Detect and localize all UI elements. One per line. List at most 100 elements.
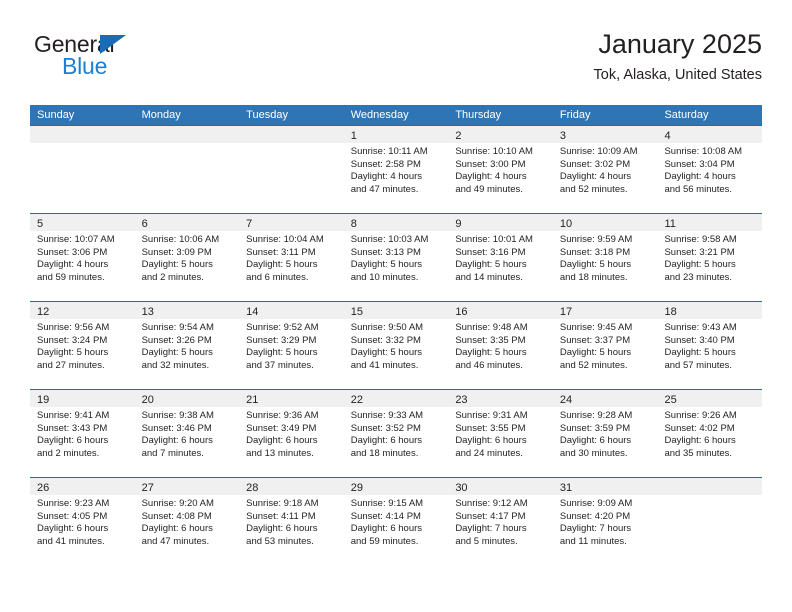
day-cell[interactable]: 15 Sunrise: 9:50 AM Sunset: 3:32 PM Dayligh… [343,302,449,389]
day-number-band: 6 [134,214,240,231]
day-cell[interactable]: 16 Sunrise: 9:48 AM Sunset: 3:35 PM Dayligh… [448,302,553,389]
weekday-header-saturday: Saturday [664,109,709,121]
day-cell[interactable]: 9 Sunrise: 10:01 AM Sunset: 3:16 PM Dayligh… [448,214,553,301]
day-number: 1 [350,130,357,142]
day-cell[interactable]: 3 Sunrise: 10:09 AM Sunset: 3:02 PM Dayligh… [552,126,658,213]
day-number: 12 [37,306,50,318]
sunset-text: Sunset: 3:26 PM [141,334,212,346]
daylight-text-line1: Daylight: 4 hours [664,171,736,183]
daylight-text-line1: Daylight: 5 hours [246,347,318,359]
daylight-text-line2: and 18 minutes. [559,271,628,283]
day-cell[interactable]: 7 Sunrise: 10:04 AM Sunset: 3:11 PM Dayligh… [239,214,344,301]
day-number-band: 8 [343,214,449,231]
day-cell[interactable]: 12 Sunrise: 9:56 AM Sunset: 3:24 PM Dayligh… [30,302,135,389]
sunrise-text: Sunrise: 9:18 AM [246,498,319,509]
sunrise-text: Sunrise: 10:08 AM [664,146,743,157]
sunrise-text: Sunrise: 9:41 AM [37,410,110,421]
day-sun-info: Sunrise: 9:28 AM Sunset: 3:59 PM Daylight:… [553,407,658,460]
day-cell[interactable]: 29 Sunrise: 9:15 AM Sunset: 4:14 PM Dayligh… [343,478,449,565]
day-sun-info: Sunrise: 10:06 AM Sunset: 3:09 PM Daylight… [135,231,240,284]
day-cell[interactable]: 27 Sunrise: 9:20 AM Sunset: 4:08 PM Dayligh… [134,478,240,565]
day-cell[interactable]: 10 Sunrise: 9:59 AM Sunset: 3:18 PM Dayligh… [552,214,658,301]
daylight-text-line1: Daylight: 5 hours [141,347,213,359]
sunrise-text: Sunrise: 9:58 AM [664,234,737,245]
day-number-band: 22 [343,390,449,407]
day-number: 14 [246,306,259,318]
sunset-text: Sunset: 3:43 PM [37,422,108,434]
day-cell[interactable]: 23 Sunrise: 9:31 AM Sunset: 3:55 PM Dayligh… [448,390,553,477]
day-sun-info: Sunrise: 9:54 AM Sunset: 3:26 PM Daylight:… [135,319,240,372]
day-cell-empty [239,126,344,213]
day-sun-info: Sunrise: 9:56 AM Sunset: 3:24 PM Daylight:… [30,319,135,372]
title-block: January 2025 Tok, Alaska, United States [594,28,762,85]
day-cell[interactable]: 6 Sunrise: 10:06 AM Sunset: 3:09 PM Dayligh… [134,214,240,301]
weekday-header-wednesday: Wednesday [350,109,409,121]
daylight-text-line2: and 56 minutes. [664,183,733,195]
day-number-band: 12 [30,302,135,319]
sunset-text: Sunset: 4:20 PM [559,510,631,522]
day-cell[interactable]: 20 Sunrise: 9:38 AM Sunset: 3:46 PM Dayligh… [134,390,240,477]
day-cell[interactable]: 14 Sunrise: 9:52 AM Sunset: 3:29 PM Dayligh… [239,302,344,389]
day-number-band: 4 [657,126,763,143]
day-number-band: 2 [448,126,553,143]
daylight-text-line2: and 47 minutes. [350,183,419,195]
day-cell-empty [657,478,763,565]
day-cell[interactable]: 22 Sunrise: 9:33 AM Sunset: 3:52 PM Dayligh… [343,390,449,477]
logo-text-blue: Blue [62,53,108,79]
day-number-band: 14 [239,302,344,319]
day-number: 24 [559,394,573,406]
day-number-band: 5 [30,214,135,231]
sunset-text: Sunset: 3:04 PM [664,158,735,170]
day-number-band: 18 [657,302,763,319]
daylight-text-line1: Daylight: 6 hours [37,523,109,535]
day-cell[interactable]: 21 Sunrise: 9:36 AM Sunset: 3:49 PM Dayligh… [239,390,344,477]
day-number: 16 [455,306,468,318]
day-cell[interactable]: 28 Sunrise: 9:18 AM Sunset: 4:11 PM Dayligh… [239,478,344,565]
day-cell[interactable]: 5 Sunrise: 10:07 AM Sunset: 3:06 PM Dayligh… [30,214,135,301]
day-cell[interactable]: 31 Sunrise: 9:09 AM Sunset: 4:20 PM Dayligh… [552,478,658,565]
day-number: 25 [664,394,677,406]
day-cell[interactable]: 11 Sunrise: 9:58 AM Sunset: 3:21 PM Dayligh… [657,214,763,301]
day-cell[interactable]: 13 Sunrise: 9:54 AM Sunset: 3:26 PM Dayligh… [134,302,240,389]
day-sun-info: Sunrise: 10:07 AM Sunset: 3:06 PM Daylight… [30,231,135,284]
day-cell[interactable]: 17 Sunrise: 9:45 AM Sunset: 3:37 PM Dayligh… [552,302,658,389]
day-cell[interactable]: 1 Sunrise: 10:11 AM Sunset: 2:58 PM Dayligh… [343,126,449,213]
daylight-text-line2: and 53 minutes. [246,535,314,547]
sunrise-text: Sunrise: 10:09 AM [559,146,638,157]
sunset-text: Sunset: 3:49 PM [246,422,317,434]
day-cell[interactable]: 25 Sunrise: 9:26 AM Sunset: 4:02 PM Dayligh… [657,390,763,477]
day-number-band: 10 [552,214,658,231]
day-cell[interactable]: 26 Sunrise: 9:23 AM Sunset: 4:05 PM Dayligh… [30,478,135,565]
daylight-text-line2: and 10 minutes. [350,271,419,283]
daylight-text-line1: Daylight: 4 hours [37,259,109,271]
day-cell[interactable]: 2 Sunrise: 10:10 AM Sunset: 3:00 PM Dayligh… [448,126,553,213]
sunrise-text: Sunrise: 9:52 AM [246,322,319,333]
daylight-text-line1: Daylight: 6 hours [664,435,736,447]
sunrise-text: Sunrise: 9:43 AM [664,322,737,333]
day-number: 3 [559,130,567,142]
daylight-text-line2: and 30 minutes. [559,447,628,459]
day-cell[interactable]: 4 Sunrise: 10:08 AM Sunset: 3:04 PM Dayligh… [657,126,763,213]
day-number-band: 26 [30,478,135,495]
daylight-text-line1: Daylight: 7 hours [559,523,632,535]
daylight-text-line1: Daylight: 5 hours [455,259,527,271]
day-cell[interactable]: 30 Sunrise: 9:12 AM Sunset: 4:17 PM Dayligh… [448,478,553,565]
day-sun-info: Sunrise: 9:33 AM Sunset: 3:52 PM Daylight:… [344,407,449,460]
day-number-band: 16 [448,302,553,319]
day-cell[interactable]: 19 Sunrise: 9:41 AM Sunset: 3:43 PM Dayligh… [30,390,135,477]
day-number: 15 [350,306,363,318]
day-cell[interactable]: 24 Sunrise: 9:28 AM Sunset: 3:59 PM Dayligh… [552,390,658,477]
sunrise-text: Sunrise: 9:28 AM [559,410,633,421]
day-number: 5 [37,218,44,230]
page-header: General Blue January 2025 Tok, Alaska, U… [30,28,762,90]
day-sun-info: Sunrise: 9:23 AM Sunset: 4:05 PM Daylight:… [30,495,135,548]
daylight-text-line1: Daylight: 6 hours [350,435,423,447]
daylight-text-line1: Daylight: 5 hours [559,347,632,359]
sunset-text: Sunset: 3:46 PM [141,422,212,434]
day-number: 7 [246,218,253,230]
day-cell[interactable]: 8 Sunrise: 10:03 AM Sunset: 3:13 PM Dayligh… [343,214,449,301]
daylight-text-line2: and 35 minutes. [664,447,733,459]
day-cell[interactable]: 18 Sunrise: 9:43 AM Sunset: 3:40 PM Dayligh… [657,302,763,389]
calendar-grid: Sunday Monday Tuesday Wednesday Thursday Frid… [30,105,763,565]
daylight-text-line1: Daylight: 6 hours [246,435,318,447]
